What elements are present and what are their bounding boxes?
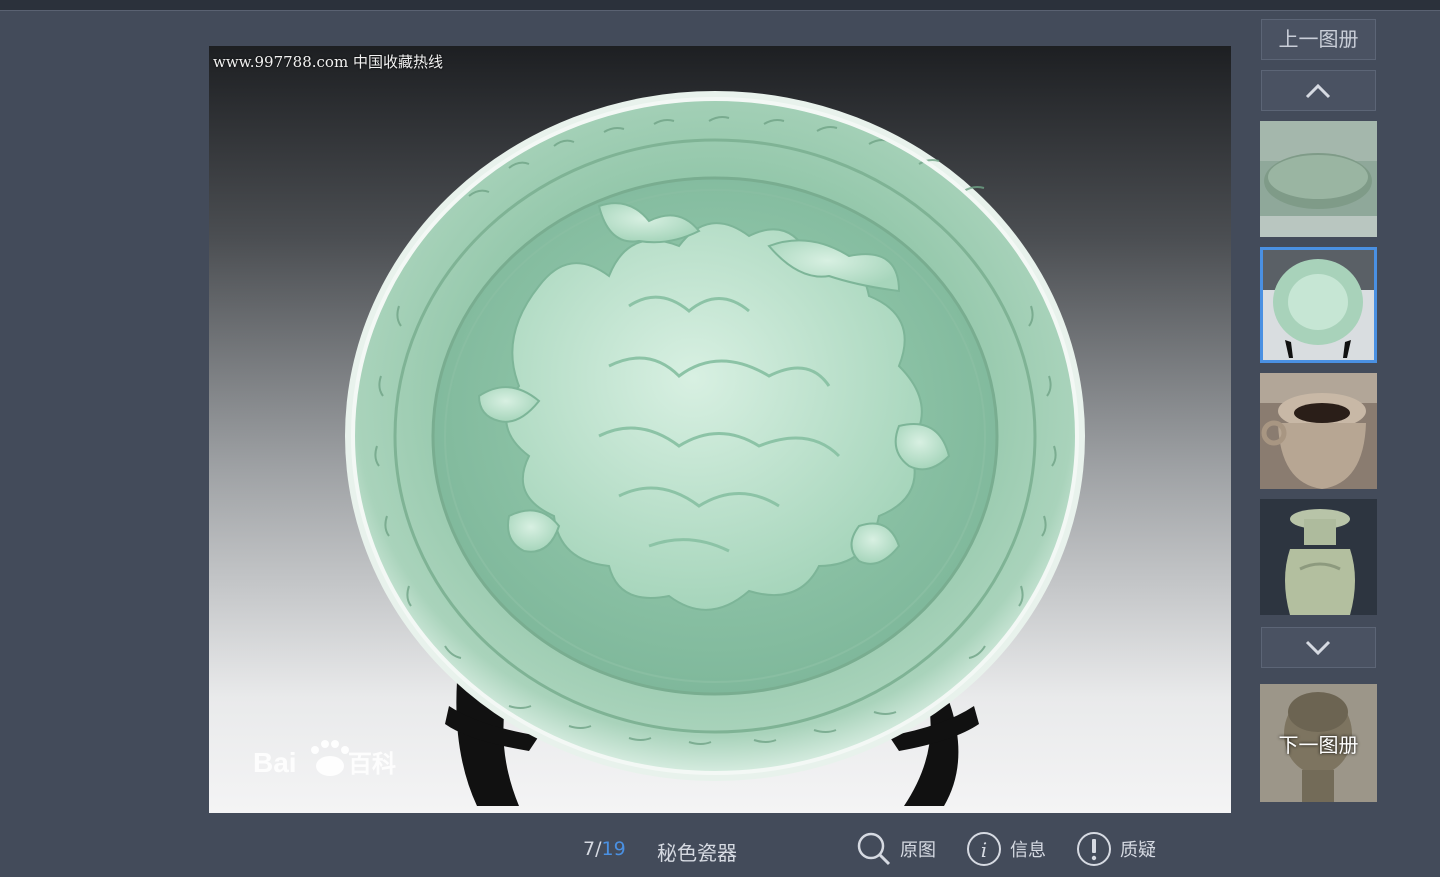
thumbnail-1[interactable] [1260, 121, 1377, 237]
report-label: 质疑 [1120, 840, 1156, 861]
next-album-button[interactable]: 下一图册 [1260, 684, 1377, 802]
next-album-label: 下一图册 [1278, 733, 1359, 757]
main-photo[interactable]: www.997788.com 中国收藏热线 Bai 百科 [209, 46, 1231, 813]
magnifier-icon [857, 832, 891, 866]
celadon-bowl-thumbnail [1260, 121, 1377, 237]
total-count: 19 [601, 838, 626, 860]
prev-album-button[interactable]: 上一图册 [1261, 19, 1376, 60]
thumbnail-2[interactable] [1260, 247, 1377, 363]
celadon-plate-thumbnail [1263, 250, 1374, 360]
celadon-plate-image [345, 91, 1085, 806]
bottom-toolbar: 7/19 秘色瓷器 原图 i 信息 质疑 [0, 826, 1440, 871]
svg-text:i: i [981, 838, 987, 862]
scroll-down-button[interactable] [1261, 627, 1376, 668]
top-bar [0, 0, 1440, 11]
original-image-button[interactable]: 原图 [856, 830, 936, 868]
site-watermark: www.997788.com 中国收藏热线 [213, 53, 443, 71]
image-counter: 7/19 [583, 838, 626, 860]
current-index: 7 [583, 838, 596, 860]
celadon-vase-thumbnail [1260, 499, 1377, 615]
album-title: 秘色瓷器 [657, 841, 737, 865]
thumbnail-4[interactable] [1260, 499, 1377, 615]
info-button[interactable]: i 信息 [966, 830, 1046, 868]
scroll-up-button[interactable] [1261, 70, 1376, 111]
baidu-baike-watermark: Bai 百科 [253, 736, 433, 786]
chevron-down-icon [1305, 640, 1331, 656]
info-icon: i [967, 832, 1001, 866]
svg-text:Bai: Bai [253, 747, 297, 778]
thumbnail-3[interactable] [1260, 373, 1377, 489]
pottery-jar-thumbnail [1260, 373, 1377, 489]
exclamation-icon [1077, 832, 1111, 866]
report-button[interactable]: 质疑 [1076, 830, 1156, 868]
info-label: 信息 [1010, 840, 1046, 861]
chevron-up-icon [1305, 83, 1331, 99]
original-label: 原图 [900, 840, 936, 861]
svg-text:百科: 百科 [348, 750, 396, 778]
